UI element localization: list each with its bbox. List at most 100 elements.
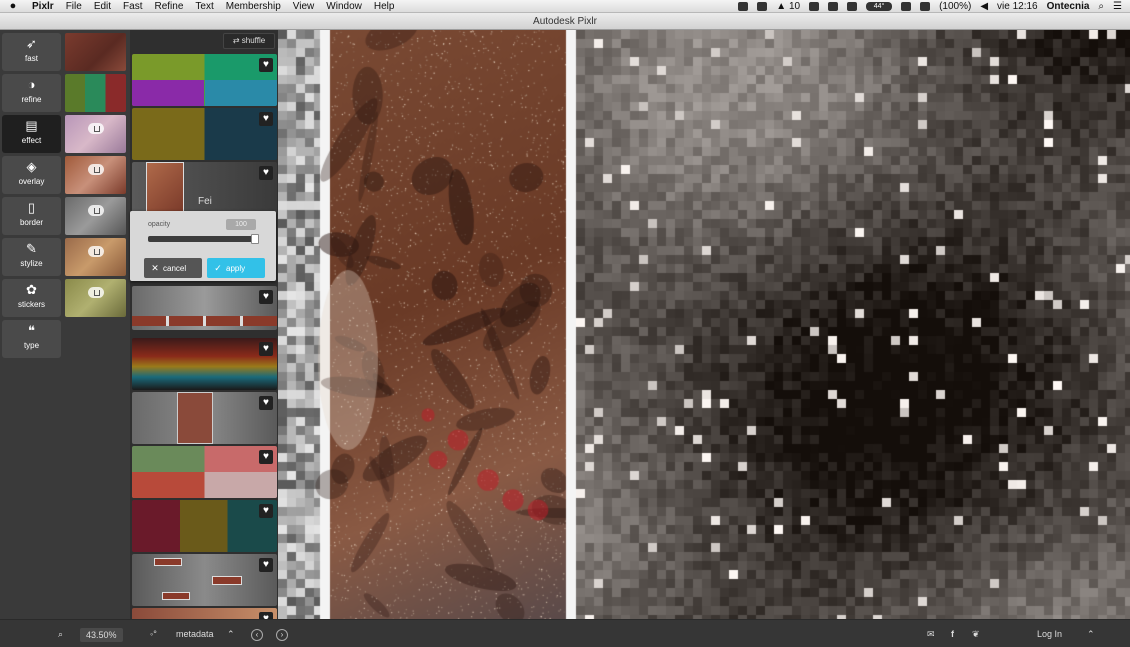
chevron-up-icon[interactable]: ⌃ [227,628,235,640]
clipboard-icon[interactable] [809,1,820,11]
heart-icon[interactable]: ♥ [259,396,273,410]
tool-overlay[interactable]: ◈ overlay [2,156,61,194]
apple-icon[interactable]: ● [0,0,26,12]
menu-window[interactable]: Window [320,1,368,12]
effect-thumb[interactable]: ♥ [132,338,277,390]
tool-fast[interactable]: ➶ fast [2,33,61,71]
menu-edit[interactable]: Edit [88,1,117,12]
image-canvas[interactable] [278,30,1130,619]
tool-effect[interactable]: ▤ effect [2,115,61,153]
shuffle-button[interactable]: ⇄ shuffle [223,33,275,49]
effect-thumb[interactable]: ♥ [132,554,277,606]
heart-icon[interactable]: ♥ [259,450,273,464]
location-icon[interactable] [757,1,768,11]
wifi-icon[interactable] [920,1,931,11]
bluetooth-icon[interactable] [901,1,912,11]
tool-stickers[interactable]: ✿ stickers [2,279,61,317]
category-thumb[interactable] [65,279,126,317]
zoom-level[interactable]: 43.50% [80,628,123,642]
menu-help[interactable]: Help [368,1,401,12]
category-thumb[interactable] [65,238,126,276]
zoom-icon[interactable]: ⌕ [58,628,63,640]
login-button[interactable]: Log In [1037,628,1062,640]
heart-icon[interactable]: ♥ [259,112,273,126]
twitter-icon[interactable]: ❦ [972,628,980,640]
sticker-icon: ✿ [26,282,37,297]
category-thumb[interactable] [65,74,126,112]
prev-icon[interactable]: ‹ [251,628,263,641]
cloud-download-icon[interactable] [88,205,104,216]
effect-thumb[interactable]: ♥ [132,286,277,330]
cloud-download-icon[interactable] [88,164,104,175]
signal-indicator[interactable]: ▲ 10 [776,1,800,12]
next-icon[interactable]: › [276,628,288,641]
heart-icon[interactable]: ♥ [259,612,273,619]
clock[interactable]: vie 12:16 [997,1,1038,12]
cloud-download-icon[interactable] [88,246,104,257]
menu-membership[interactable]: Membership [220,1,287,12]
shuffle-icon: ⇄ [232,36,240,45]
tool-stylize[interactable]: ✎ stylize [2,238,61,276]
apply-button[interactable]: ✓ apply [207,258,265,278]
opacity-slider-track[interactable] [148,236,258,242]
effect-thumb[interactable]: ♥ [132,392,277,444]
window-titlebar: Autodesk Pixlr [0,13,1130,30]
mail-icon[interactable]: ✉ [927,628,935,640]
effect-thumb[interactable]: ♥ [132,500,277,552]
tool-label: refine [21,95,42,104]
category-thumb[interactable] [65,115,126,153]
film-icon: ▤ [25,118,38,133]
facebook-icon[interactable]: f [951,628,954,640]
heart-icon[interactable]: ♥ [259,58,273,72]
effect-thumb[interactable]: ♥ [132,446,277,498]
menu-app[interactable]: Pixlr [26,1,60,12]
heart-icon[interactable]: ♥ [259,290,273,304]
cancel-button[interactable]: ✕ cancel [144,258,202,278]
temperature-badge[interactable]: 44° [866,1,893,11]
heart-icon[interactable]: ♥ [259,558,273,572]
eye-icon[interactable] [738,1,749,11]
metadata-icon[interactable]: ◦° [150,628,157,640]
battery-status[interactable]: (100%) [939,1,971,12]
effect-label: Fei [198,196,212,207]
cloud-download-icon[interactable] [88,123,104,134]
category-thumb[interactable] [65,33,126,71]
tool-type[interactable]: ❝ type [2,320,61,358]
heart-icon[interactable]: ♥ [259,166,273,180]
cancel-label: cancel [163,264,187,273]
menu-text[interactable]: Text [189,1,219,12]
metadata-button[interactable]: metadata [176,628,214,640]
cloud-download-icon[interactable] [88,287,104,298]
tool-sidebar: ➶ fast ◑ refine ▤ effect ◈ overlay ▯ bor… [0,30,64,619]
menu-file[interactable]: File [60,1,88,12]
search-icon[interactable]: ⌕ [1098,1,1104,12]
category-thumb[interactable] [65,197,126,235]
sync-icon[interactable] [847,1,858,11]
opacity-popup: opacity 100 ✕ cancel ✓ apply [130,211,276,281]
opacity-value[interactable]: 100 [226,219,256,230]
effect-thumb[interactable]: ♥ [132,608,277,619]
category-thumb[interactable] [65,156,126,194]
brush-icon: ✎ [26,241,37,256]
effect-thumb[interactable]: ♥ [132,108,277,160]
chevron-up-icon[interactable]: ⌃ [1087,628,1095,640]
frame-icon: ▯ [27,200,36,215]
menu-refine[interactable]: Refine [149,1,190,12]
volume-icon[interactable]: ◀ [980,1,988,12]
opacity-slider-knob[interactable] [251,234,259,244]
tool-border[interactable]: ▯ border [2,197,61,235]
tool-label: stickers [17,300,46,309]
user-name[interactable]: Ontecnia [1047,1,1090,12]
canvas-image[interactable] [278,30,1130,619]
tool-refine[interactable]: ◑ refine [2,74,61,112]
heart-icon[interactable]: ♥ [259,504,273,518]
effect-thumb[interactable]: ♥ [132,54,277,106]
menu-view[interactable]: View [287,1,321,12]
menu-fast[interactable]: Fast [117,1,148,12]
heart-icon[interactable]: ♥ [259,342,273,356]
status-bar: ⌕ 43.50% ◦° metadata ⌃ ‹ › ✉ f ❦ Log In … [0,619,1130,647]
list-icon[interactable]: ☰ [1113,1,1122,12]
effect-thumb-selected[interactable]: Fei ♥ [132,162,277,214]
copy-icon[interactable] [828,1,839,11]
status-tray: ▲ 10 44° (100%) ◀ vie 12:16 Ontecnia ⌕ ☰ [738,1,1130,12]
